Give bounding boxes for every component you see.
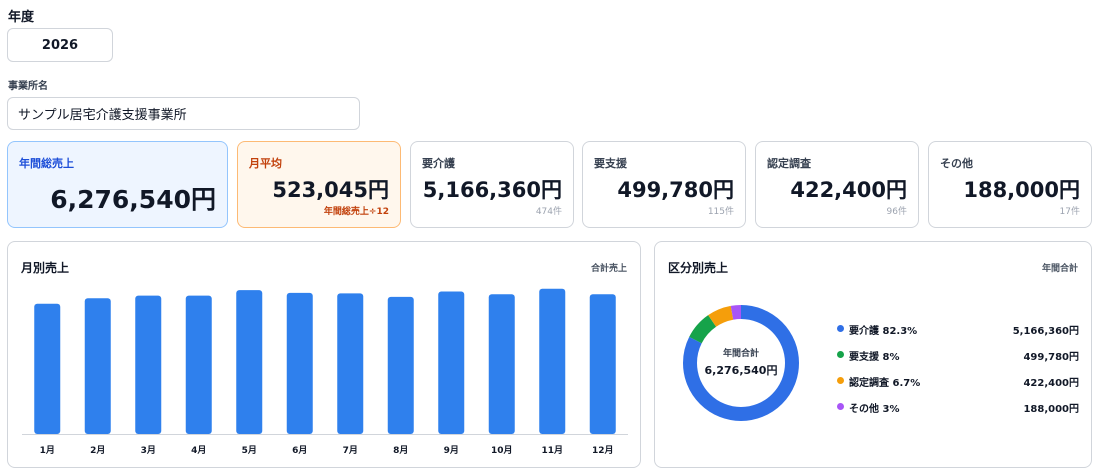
card-count: 17件 (1059, 207, 1080, 217)
card-title: 要介護 (422, 157, 455, 170)
chosa-card: 認定調査 422,400円 96件 (755, 141, 919, 228)
card-value: 188,000円 (963, 178, 1080, 202)
legend-item: 要介護 82.3% 5,166,360円 (837, 322, 1079, 348)
bar (488, 294, 515, 434)
year-label: 年度 (8, 10, 35, 25)
donut-center-label: 年間合計 (722, 349, 759, 359)
card-value: 523,045円 (272, 178, 389, 202)
bar (438, 291, 465, 434)
card-title: その他 (940, 157, 973, 170)
legend-item: 要支援 8% 499,780円 (837, 348, 1079, 374)
monthly-bar-chart: 1月 2月 3月 4月 5月 6月 7月 8月 9月 10月 11月 12月 (22, 288, 628, 456)
bar (539, 288, 566, 434)
monthly-sales-panel: 月別売上 合計売上 1月 2月 3月 4月 5月 6月 7月 8月 9月 10月 11月 12月 (7, 241, 641, 468)
legend-dot (837, 377, 844, 384)
card-title: 認定調査 (767, 157, 811, 170)
card-value: 499,780円 (617, 178, 734, 202)
bar (84, 298, 111, 434)
legend-dot (837, 403, 844, 410)
legend-name: 要介護 82.3% (849, 326, 918, 337)
panel-right-label: 年間合計 (1041, 264, 1078, 274)
other-card: その他 188,000円 17件 (928, 141, 1092, 228)
category-legend: 要介護 82.3% 5,166,360円 要支援 8% 499,780円 認定調… (837, 322, 1079, 426)
card-count: 474件 (535, 207, 562, 217)
card-count: 96件 (886, 207, 907, 217)
card-title: 要支援 (594, 157, 627, 170)
x-tick-label: 5月 (242, 445, 257, 456)
bar (236, 290, 263, 434)
annual-sales-card: 年間総売上 6,276,540円 (7, 141, 228, 228)
x-tick-label: 11月 (541, 445, 563, 456)
bar (34, 303, 61, 434)
legend-value: 499,780円 (1023, 352, 1079, 363)
monthly-average-card: 月平均 523,045円 年間総売上÷12 (237, 141, 401, 228)
x-tick-label: 9月 (444, 445, 459, 456)
kaigo-card: 要介護 5,166,360円 474件 (410, 141, 574, 228)
donut-center-value: 6,276,540円 (704, 364, 778, 377)
x-tick-label: 3月 (141, 445, 156, 456)
bar (387, 296, 414, 434)
card-value: 5,166,360円 (422, 178, 562, 202)
legend-name: 要支援 8% (849, 352, 900, 363)
legend-dot (837, 325, 844, 332)
card-value: 6,276,540円 (50, 185, 216, 214)
x-tick-label: 6月 (292, 445, 307, 456)
legend-name: その他 3% (849, 404, 900, 415)
x-tick-label: 8月 (393, 445, 408, 456)
category-sales-panel: 区分別売上 年間合計 年間合計 6,276,540円 要介護 82.3% 5,1… (654, 241, 1092, 468)
legend-item: 認定調査 6.7% 422,400円 (837, 374, 1079, 400)
donut-center: 年間合計 6,276,540円 (683, 346, 799, 378)
bar (135, 295, 162, 434)
legend-dot (837, 351, 844, 358)
x-tick-label: 2月 (90, 445, 105, 456)
x-tick-label: 10月 (491, 445, 513, 456)
bar (337, 293, 364, 434)
card-value: 422,400円 (790, 178, 907, 202)
legend-value: 5,166,360円 (1012, 326, 1079, 337)
bar (286, 292, 313, 434)
office-label: 事業所名 (8, 81, 48, 92)
year-select[interactable]: 2026 (7, 28, 113, 62)
card-count: 115件 (707, 207, 734, 217)
bar (589, 294, 616, 434)
x-tick-label: 4月 (191, 445, 206, 456)
office-input[interactable]: サンプル居宅介護支援事業所 (7, 97, 360, 130)
x-tick-label: 7月 (343, 445, 358, 456)
legend-value: 422,400円 (1023, 378, 1079, 389)
card-title: 年間総売上 (19, 157, 74, 170)
legend-name: 認定調査 6.7% (849, 378, 921, 389)
x-tick-label: 1月 (40, 445, 55, 456)
bar (185, 295, 212, 434)
legend-item: その他 3% 188,000円 (837, 400, 1079, 426)
x-tick-label: 12月 (592, 445, 614, 456)
card-subtext: 年間総売上÷12 (323, 207, 389, 217)
card-title: 月平均 (249, 157, 282, 170)
shien-card: 要支援 499,780円 115件 (582, 141, 746, 228)
legend-value: 188,000円 (1023, 404, 1079, 415)
